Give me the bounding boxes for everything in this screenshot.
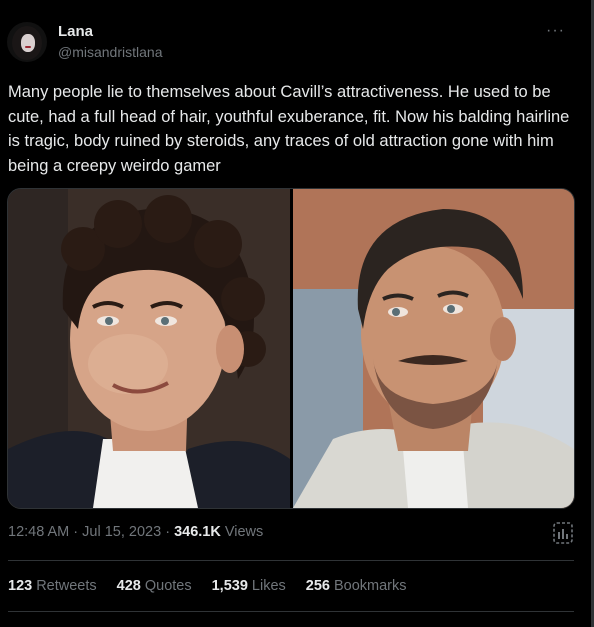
meta-separator: · [69,524,83,540]
meta-separator-2: · [161,524,175,540]
more-options-icon[interactable]: ··· [546,22,565,40]
tweet: Lana @misandristlana ··· Many people lie… [0,0,591,627]
photo-left[interactable] [8,189,290,508]
author-handle[interactable]: @misandristlana [58,44,162,60]
divider-bottom [8,611,574,612]
tweet-date[interactable]: Jul 15, 2023 [82,524,161,540]
views-label: Views [224,524,264,540]
stat-bookmarks[interactable]: 256 Bookmarks [306,578,407,594]
avatar[interactable] [7,22,47,62]
analytics-icon[interactable] [553,522,573,544]
tweet-text: Many people lie to themselves about Cavi… [8,83,570,175]
views-count: 346.1K [174,524,221,540]
tweet-media[interactable] [7,188,575,509]
divider [8,560,574,561]
stat-quotes[interactable]: 428 Quotes [117,578,192,594]
stat-likes[interactable]: 1,539 Likes [212,578,286,594]
tweet-meta: 12:48 AM · Jul 15, 2023 · 346.1K Views [8,524,263,540]
photo-right[interactable] [293,189,574,508]
stat-retweets[interactable]: 123 Retweets [8,578,97,594]
tweet-time[interactable]: 12:48 AM [8,524,69,540]
author-name[interactable]: Lana [58,23,93,40]
engagement-stats: 123 Retweets 428 Quotes 1,539 Likes 256 Book… [8,578,407,594]
